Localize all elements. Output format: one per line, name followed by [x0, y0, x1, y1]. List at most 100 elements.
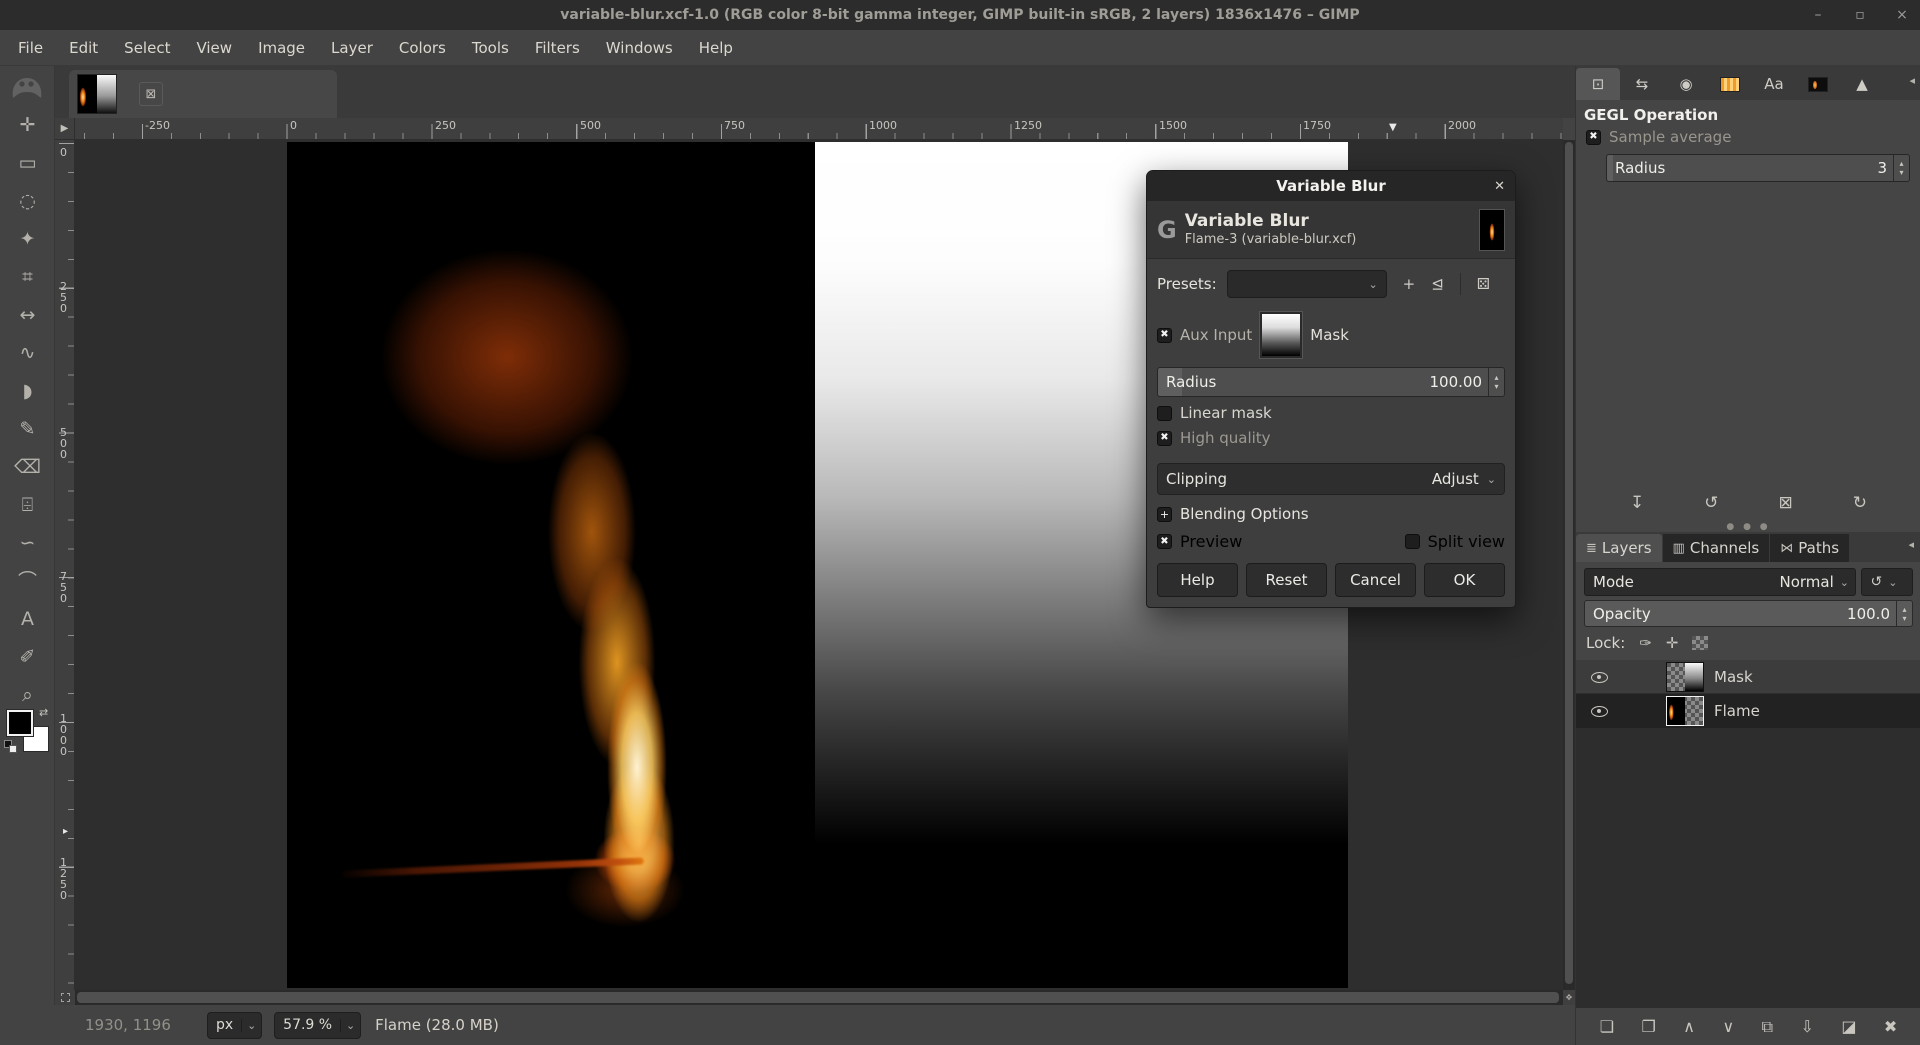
tab-tool-options[interactable]: ⊡ [1576, 68, 1620, 100]
save-settings-button[interactable]: ↧ [1630, 493, 1644, 513]
rectangle-select-tool-button[interactable]: ▭ [0, 144, 55, 182]
mode-switch-button[interactable]: ↺ ⌄ [1861, 568, 1913, 596]
vertical-scrollbar[interactable] [1563, 140, 1575, 990]
menu-item-edit[interactable]: Edit [56, 30, 111, 66]
reset-defaults-button[interactable]: ↻ [1853, 493, 1867, 513]
close-button[interactable]: × [1894, 7, 1910, 23]
menu-item-tools[interactable]: Tools [459, 30, 522, 66]
spinner[interactable]: ▴ ▾ [1488, 368, 1504, 396]
spin-up-icon[interactable]: ▴ [1899, 159, 1903, 168]
free-select-tool-button[interactable]: ◌ [0, 182, 55, 220]
image-tab-close-icon[interactable]: ⊠ [139, 82, 163, 106]
layer-row-flame[interactable]: Flame [1576, 694, 1920, 728]
raise-layer-button[interactable]: ∧ [1683, 1017, 1695, 1036]
menu-item-layer[interactable]: Layer [318, 30, 386, 66]
aux-input-thumbnail[interactable] [1260, 312, 1302, 358]
crop-tool-button[interactable]: ⌗ [0, 258, 55, 296]
tab-gradients[interactable] [1708, 68, 1752, 100]
unit-select[interactable]: px ⌄ [207, 1012, 262, 1039]
radius-slider[interactable]: Radius 100.00 ▴ ▾ [1157, 367, 1505, 397]
paths-tool-button[interactable]: ⌒ [0, 562, 55, 600]
zoom-select[interactable]: 57.9 % ⌄ [274, 1012, 361, 1039]
maximize-button[interactable]: ▫ [1852, 7, 1868, 23]
split-view-checkbox[interactable] [1405, 534, 1420, 549]
ruler-origin-button[interactable]: ▶ [55, 118, 75, 140]
menu-item-file[interactable]: File [5, 30, 56, 66]
eraser-tool-button[interactable]: ⌫ [0, 448, 55, 486]
layer-thumbnail-flame[interactable] [1666, 696, 1704, 726]
spin-up-icon[interactable]: ▴ [1902, 605, 1906, 614]
tab-layers[interactable]: ≣ Layers [1576, 534, 1663, 562]
menu-item-select[interactable]: Select [111, 30, 183, 66]
preview-checkbox[interactable]: ✖ [1157, 534, 1172, 549]
lower-layer-button[interactable]: ∨ [1722, 1017, 1734, 1036]
lock-pixels-icon[interactable]: ✑ [1639, 634, 1652, 652]
layers-collapse-icon[interactable]: ◂ [1908, 538, 1914, 551]
new-layer-button[interactable]: ❏ [1600, 1017, 1614, 1036]
foreground-color-swatch[interactable] [7, 710, 33, 736]
menu-item-filters[interactable]: Filters [522, 30, 593, 66]
layer-mode-select[interactable]: Mode Normal ⌄ [1584, 568, 1856, 596]
text-tool-button[interactable]: A [0, 600, 55, 638]
blending-options-expander[interactable]: + Blending Options [1157, 505, 1505, 523]
dialog-close-icon[interactable]: ✕ [1494, 171, 1505, 201]
tab-fonts[interactable]: Aa [1752, 68, 1796, 100]
revert-settings-button[interactable]: ↺ [1704, 493, 1718, 513]
lock-position-icon[interactable]: ✛ [1666, 634, 1679, 652]
expander-plus-icon[interactable]: + [1157, 507, 1172, 522]
fuzzy-select-tool-button[interactable]: ✦ [0, 220, 55, 258]
gegl-radius-slider[interactable]: Radius 3 ▴ ▾ [1606, 154, 1910, 182]
clone-tool-button[interactable]: ⌹ [0, 486, 55, 524]
warp-tool-button[interactable]: ∿ [0, 334, 55, 372]
menu-item-colors[interactable]: Colors [386, 30, 459, 66]
reset-button[interactable]: Reset [1246, 563, 1327, 597]
transform-tool-button[interactable]: ↔ [0, 296, 55, 334]
paintbrush-tool-button[interactable]: ✎ [0, 410, 55, 448]
menu-item-image[interactable]: Image [245, 30, 318, 66]
linear-mask-checkbox[interactable] [1157, 406, 1172, 421]
high-quality-checkbox[interactable]: ✖ [1157, 431, 1172, 446]
minimize-button[interactable]: – [1810, 7, 1826, 23]
bucket-fill-tool-button[interactable]: ◗ [0, 372, 55, 410]
color-picker-tool-button[interactable]: ✐ [0, 638, 55, 676]
manage-presets-button[interactable]: ⊴ [1431, 275, 1444, 293]
tab-navigation[interactable] [1796, 68, 1840, 100]
dialog-titlebar[interactable]: Variable Blur ✕ [1147, 171, 1515, 201]
menu-item-view[interactable]: View [183, 30, 245, 66]
delete-layer-button[interactable]: ✖ [1884, 1017, 1897, 1036]
horizontal-scrollbar-thumb[interactable] [77, 992, 1559, 1003]
horizontal-ruler[interactable]: -250 0 250 500 750 1000 1250 1500 1750 2… [75, 118, 1563, 140]
spin-up-icon[interactable]: ▴ [1494, 373, 1498, 382]
clipping-select[interactable]: Clipping Adjust ⌄ [1157, 463, 1505, 495]
spin-down-icon[interactable]: ▾ [1902, 614, 1906, 623]
aux-input-checkbox[interactable]: ✖ [1157, 328, 1172, 343]
visibility-eye-icon[interactable] [1590, 704, 1610, 718]
spinner[interactable]: ▴ ▾ [1896, 601, 1912, 626]
randomize-button[interactable]: ⚄ [1477, 275, 1490, 293]
presets-select[interactable]: ⌄ [1227, 270, 1387, 298]
dock-collapse-icon[interactable]: ◂ [1909, 74, 1915, 87]
image-tab[interactable]: ⊠ [69, 70, 337, 118]
tab-channels[interactable]: ▥ Channels [1663, 534, 1771, 562]
horizontal-scrollbar[interactable] [75, 990, 1563, 1005]
smudge-tool-button[interactable]: ∽ [0, 524, 55, 562]
tab-device-status[interactable]: ⇆ [1620, 68, 1664, 100]
quick-mask-toggle[interactable] [55, 990, 75, 1005]
add-preset-button[interactable]: + [1403, 275, 1416, 293]
vertical-ruler[interactable]: 0 250 500 750 1000 1250 ▸ [55, 140, 75, 990]
move-tool-button[interactable]: ✛ [0, 106, 55, 144]
visibility-eye-icon[interactable] [1590, 670, 1610, 684]
tab-dynamics[interactable]: ◉ [1664, 68, 1708, 100]
spin-down-icon[interactable]: ▾ [1494, 382, 1498, 391]
ok-button[interactable]: OK [1424, 563, 1505, 597]
spinner[interactable]: ▴ ▾ [1893, 155, 1909, 181]
new-group-button[interactable]: ❐ [1642, 1017, 1656, 1036]
tab-histogram[interactable]: ▲ [1840, 68, 1884, 100]
tab-paths[interactable]: ⋈ Paths [1770, 534, 1850, 562]
layer-row-mask[interactable]: Mask [1576, 660, 1920, 694]
lock-alpha-icon[interactable] [1692, 636, 1708, 650]
merge-down-button[interactable]: ⇩ [1800, 1017, 1813, 1036]
cancel-button[interactable]: Cancel [1335, 563, 1416, 597]
spin-down-icon[interactable]: ▾ [1899, 168, 1903, 177]
help-button[interactable]: Help [1157, 563, 1238, 597]
